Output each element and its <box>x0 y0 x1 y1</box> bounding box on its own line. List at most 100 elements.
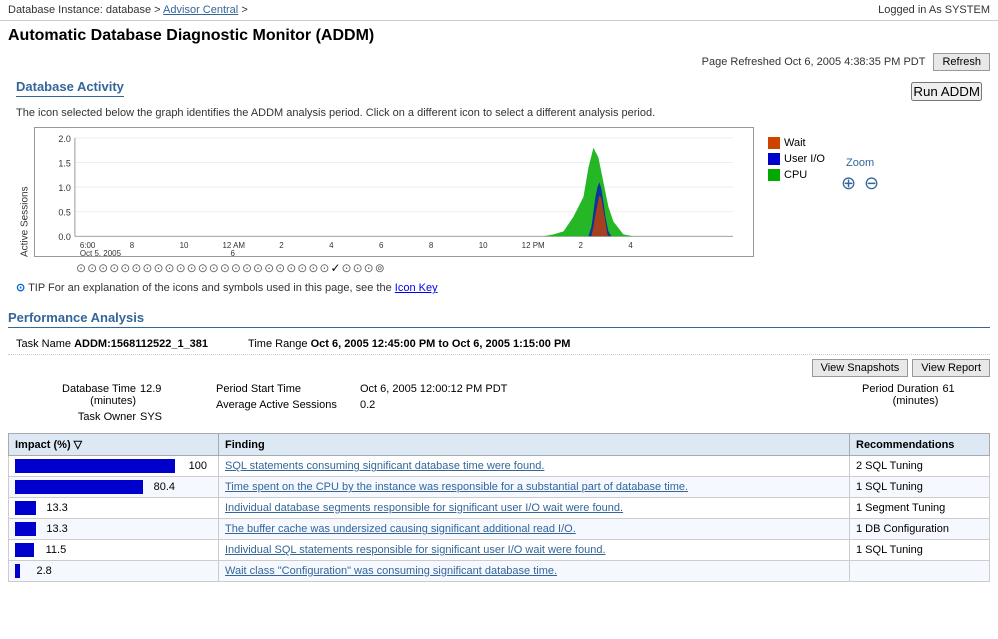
snapshot-icon-23[interactable]: ⊙ <box>319 261 329 275</box>
snapshot-icon-27[interactable]: ⊙ <box>364 261 374 275</box>
impact-value: 13.3 <box>40 502 68 514</box>
page-refreshed-label: Page Refreshed <box>702 56 782 68</box>
time-range-value: Oct 6, 2005 12:45:00 PM to Oct 6, 2005 1… <box>311 338 571 350</box>
details-row: Database Time(minutes) 12.9 Task Owner S… <box>8 381 990 429</box>
snapshot-icon-19[interactable]: ⊙ <box>275 261 285 275</box>
finding-link[interactable]: Wait class "Configuration" was consuming… <box>225 565 557 577</box>
breadcrumb: Database Instance: database > Advisor Ce… <box>8 4 248 16</box>
finding-cell[interactable]: SQL statements consuming significant dat… <box>219 456 850 477</box>
impact-value: 80.4 <box>147 481 175 493</box>
legend-wait-label: Wait <box>784 137 806 149</box>
snapshot-icon-21[interactable]: ⊙ <box>297 261 307 275</box>
avg-sessions-label: Average Active Sessions <box>216 399 356 411</box>
time-range-label: Time Range <box>248 338 308 350</box>
impact-bar <box>15 522 36 536</box>
snapshot-icon-2[interactable]: ⊙ <box>87 261 97 275</box>
finding-link[interactable]: Time spent on the CPU by the instance wa… <box>225 481 688 493</box>
legend-userio: User I/O <box>768 153 825 165</box>
impact-bar-container: 13.3 <box>15 522 212 536</box>
finding-cell[interactable]: Individual database segments responsible… <box>219 498 850 519</box>
svg-text:12 PM: 12 PM <box>522 241 545 250</box>
center-details: Period Start Time Oct 6, 2005 12:00:12 P… <box>216 383 516 423</box>
snapshot-icon-11[interactable]: ⊙ <box>187 261 197 275</box>
chart-with-ylabel: Active Sessions 2.0 1.5 1.0 0.5 0.0 <box>16 127 754 257</box>
snapshot-icon-22[interactable]: ⊙ <box>308 261 318 275</box>
snapshot-icon-20[interactable]: ⊙ <box>286 261 296 275</box>
svg-text:4: 4 <box>628 241 633 250</box>
snapshot-icon-9[interactable]: ⊙ <box>165 261 175 275</box>
table-row: 100 SQL statements consuming significant… <box>9 456 990 477</box>
impact-cell: 11.5 <box>9 540 219 561</box>
finding-link[interactable]: The buffer cache was undersized causing … <box>225 523 576 535</box>
snapshot-icon-13[interactable]: ⊙ <box>209 261 219 275</box>
snapshot-icon-25[interactable]: ⊙ <box>342 261 352 275</box>
snapshot-icon-selected[interactable]: ✓ <box>330 261 340 275</box>
legend-userio-label: User I/O <box>784 153 825 165</box>
snapshot-icon-1[interactable]: ⊙ <box>76 261 86 275</box>
finding-link[interactable]: SQL statements consuming significant dat… <box>225 460 544 472</box>
view-snapshots-button[interactable]: View Snapshots <box>812 359 909 377</box>
db-time-value: 12.9 <box>140 383 161 395</box>
snapshot-icon-18[interactable]: ⊙ <box>264 261 274 275</box>
svg-text:4: 4 <box>329 241 334 250</box>
database-activity-section: Database Activity Run ADDM The icon sele… <box>0 75 998 306</box>
svg-text:0.0: 0.0 <box>58 232 71 242</box>
snapshot-icon-5[interactable]: ⊙ <box>120 261 130 275</box>
chart-legend: Wait User I/O CPU <box>768 127 825 181</box>
finding-cell[interactable]: Individual SQL statements responsible fo… <box>219 540 850 561</box>
period-start-row: Period Start Time Oct 6, 2005 12:00:12 P… <box>216 383 516 395</box>
col-impact-header: Impact (%) ▽ <box>9 434 219 456</box>
advisor-central-link[interactable]: Advisor Central <box>163 4 238 16</box>
col-recommendations-header: Recommendations <box>850 434 990 456</box>
db-time-label: Database Time(minutes) <box>16 383 136 407</box>
finding-cell[interactable]: The buffer cache was undersized causing … <box>219 519 850 540</box>
svg-text:2.0: 2.0 <box>58 134 71 144</box>
snapshot-icon-3[interactable]: ⊙ <box>98 261 108 275</box>
impact-cell: 100 <box>9 456 219 477</box>
period-duration-value: 61 <box>942 383 954 395</box>
finding-link[interactable]: Individual database segments responsible… <box>225 502 623 514</box>
snapshot-icon-7[interactable]: ⊙ <box>142 261 152 275</box>
page-header: Automatic Database Diagnostic Monitor (A… <box>0 21 998 49</box>
impact-bar-container: 80.4 <box>15 480 212 494</box>
task-name-label: Task Name <box>16 338 71 350</box>
snapshot-icon-10[interactable]: ⊙ <box>176 261 186 275</box>
zoom-in-button[interactable]: ⊕ <box>841 173 856 194</box>
refresh-button[interactable]: Refresh <box>933 53 990 71</box>
refresh-datetime: Oct 6, 2005 4:38:35 PM PDT <box>784 56 925 68</box>
snapshot-icon-14[interactable]: ⊙ <box>220 261 230 275</box>
impact-bar-container: 2.8 <box>15 564 212 578</box>
finding-link[interactable]: Individual SQL statements responsible fo… <box>225 544 606 556</box>
impact-cell: 13.3 <box>9 519 219 540</box>
icon-key-link[interactable]: Icon Key <box>395 282 438 294</box>
legend-wait: Wait <box>768 137 825 149</box>
task-name-value: ADDM:1568112522_1_381 <box>74 338 208 350</box>
run-addm-button[interactable]: Run ADDM <box>911 82 982 101</box>
legend-wait-color <box>768 137 780 149</box>
snapshot-icon-4[interactable]: ⊙ <box>109 261 119 275</box>
task-owner-label: Task Owner <box>16 411 136 423</box>
recommendation-cell: 1 SQL Tuning <box>850 477 990 498</box>
legend-cpu-color <box>768 169 780 181</box>
snapshot-icon-12[interactable]: ⊙ <box>198 261 208 275</box>
view-report-button[interactable]: View Report <box>912 359 990 377</box>
y-axis-label: Active Sessions <box>16 127 34 257</box>
finding-cell[interactable]: Wait class "Configuration" was consuming… <box>219 561 850 582</box>
top-nav: Database Instance: database > Advisor Ce… <box>0 0 998 21</box>
snapshot-icon-26[interactable]: ⊙ <box>353 261 363 275</box>
legend-cpu-label: CPU <box>784 169 807 181</box>
svg-text:2: 2 <box>578 241 582 250</box>
recommendation-cell: 1 Segment Tuning <box>850 498 990 519</box>
snapshot-icon-6[interactable]: ⊙ <box>131 261 141 275</box>
action-buttons: View Snapshots View Report <box>8 355 990 381</box>
snapshot-icon-17[interactable]: ⊙ <box>253 261 263 275</box>
da-header: Database Activity Run ADDM <box>8 79 990 103</box>
zoom-out-button[interactable]: ⊖ <box>864 173 879 194</box>
finding-cell[interactable]: Time spent on the CPU by the instance wa… <box>219 477 850 498</box>
recommendation-cell <box>850 561 990 582</box>
snapshot-icon-15[interactable]: ⊙ <box>231 261 241 275</box>
snapshot-icon-end[interactable]: ⊚ <box>375 261 385 275</box>
page-title: Automatic Database Diagnostic Monitor (A… <box>8 27 374 44</box>
snapshot-icon-8[interactable]: ⊙ <box>153 261 163 275</box>
snapshot-icon-16[interactable]: ⊙ <box>242 261 252 275</box>
